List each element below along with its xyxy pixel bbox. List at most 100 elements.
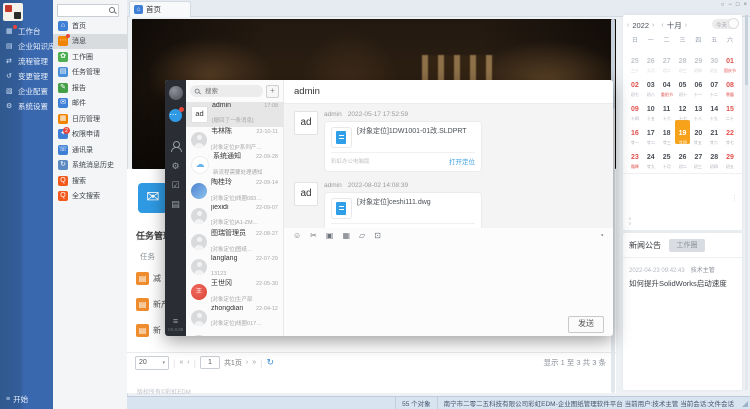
screenshot-scissors-icon[interactable]: ✂ bbox=[310, 231, 317, 241]
calendar-day[interactable]: 26 九月 bbox=[643, 48, 659, 72]
pin-icon[interactable]: ○ bbox=[721, 2, 725, 8]
history-clock-icon[interactable]: ◔ bbox=[599, 231, 604, 241]
calendar-day[interactable]: 19 廿四 bbox=[675, 120, 691, 144]
sidebar-item-calendar[interactable]: ▦ 日历管理 bbox=[53, 111, 127, 127]
agenda-scroll-arrows[interactable]: ∧∨ bbox=[628, 217, 632, 227]
next-year-icon[interactable]: › bbox=[652, 22, 654, 29]
calendar-day[interactable]: 13 十八 bbox=[690, 96, 706, 120]
shake-window-icon[interactable]: ▣ bbox=[326, 231, 334, 241]
open-location-link[interactable]: 打开定位 bbox=[449, 156, 475, 166]
calendar-day[interactable]: 02 初七 bbox=[627, 72, 643, 96]
user-avatar[interactable] bbox=[169, 86, 183, 100]
calendar-day[interactable]: 29 初五 bbox=[722, 144, 738, 168]
calendar-day[interactable]: 28 初三 bbox=[675, 48, 691, 72]
sidebar-search-input[interactable] bbox=[58, 8, 109, 14]
sidebar-item-home[interactable]: ⌂ 首页 bbox=[53, 18, 127, 34]
calendar-day[interactable]: 08 寒露 bbox=[722, 72, 738, 96]
send-button[interactable]: 发送 bbox=[568, 316, 604, 333]
calendar-day[interactable]: 25 十月 bbox=[659, 144, 675, 168]
conversation-row[interactable]: 陶桂玲 22-09-14 [对象定位]线圈083… bbox=[186, 178, 283, 203]
sidebar-item-process[interactable]: ⇄ 流程管理 bbox=[0, 54, 53, 69]
sidebar-item-permission[interactable]: ✦2 权限申请 bbox=[53, 127, 127, 143]
conversation-row[interactable]: 韦林陈 22-10-11 [对象定位]P系列产… bbox=[186, 127, 283, 152]
conversation-row[interactable]: 王 王世冈 22-05-30 [对象定位]生产部 bbox=[186, 280, 283, 305]
last-page-button[interactable]: » bbox=[252, 359, 256, 366]
calendar-day[interactable]: 18 廿三 bbox=[659, 120, 675, 144]
tasks-check-icon[interactable]: ☑ bbox=[171, 180, 179, 190]
sidebar-item-history[interactable]: ↻ 系统消息历史 bbox=[53, 158, 127, 174]
next-page-button[interactable]: › bbox=[246, 359, 248, 366]
calendar-day[interactable]: 01 国庆节 bbox=[722, 48, 738, 72]
sidebar-item-contacts[interactable]: ☏ 通讯录 bbox=[53, 142, 127, 158]
calendar-day[interactable]: 24 廿九 bbox=[643, 144, 659, 168]
conversation-row[interactable]: zhongdian 22-04-12 [对象定位]线圈017… bbox=[186, 305, 283, 330]
conversation-row[interactable]: jiexidi 22-09-07 [对象定位]A1-ZM… bbox=[186, 204, 283, 229]
message-avatar[interactable]: ad bbox=[294, 182, 318, 206]
conversation-row[interactable]: langlang 22-07-29 13123 bbox=[186, 254, 283, 279]
calendar-day[interactable]: 26 初二 bbox=[675, 144, 691, 168]
calendar-day[interactable]: 16 廿一 bbox=[627, 120, 643, 144]
chat-search-input[interactable] bbox=[203, 87, 259, 96]
sidebar-item-workcircle[interactable]: ✿ 工作圈 bbox=[53, 49, 127, 65]
message-input-area[interactable] bbox=[284, 243, 613, 312]
contacts-icon[interactable] bbox=[170, 141, 181, 152]
file-location-card[interactable]: [对象定位]1DW1001-01改.SLDPRT 彩虹办公电脑版 打开定位 bbox=[324, 121, 482, 172]
minimize-icon[interactable]: − bbox=[728, 2, 732, 8]
calendar-day[interactable]: 15 二十 bbox=[722, 96, 738, 120]
message-avatar[interactable]: ad bbox=[294, 111, 318, 135]
calendar-day[interactable]: 12 十七 bbox=[675, 96, 691, 120]
sidebar-item-report[interactable]: ✎ 报告 bbox=[53, 80, 127, 96]
sidebar-item-config[interactable]: ▧ 企业配置 bbox=[0, 84, 53, 99]
message-history[interactable]: ad admin 2022-05-17 17:52:59 [对象定位]1DW10… bbox=[284, 104, 613, 228]
right-panel-scrollbar[interactable] bbox=[745, 15, 748, 390]
calendar-day[interactable]: 11 十六 bbox=[659, 96, 675, 120]
prev-year-icon[interactable]: ‹ bbox=[627, 22, 629, 29]
calendar-day[interactable]: 29 初四 bbox=[690, 48, 706, 72]
calendar-day[interactable]: 30 初五 bbox=[706, 48, 722, 72]
resize-grip[interactable] bbox=[740, 397, 750, 409]
maximize-icon[interactable]: □ bbox=[736, 2, 740, 8]
sidebar-item-fulltext[interactable]: Q 全文搜索 bbox=[53, 189, 127, 205]
calendar-day[interactable]: 25 三十 bbox=[627, 48, 643, 72]
start-button[interactable]: ≡ 开始 bbox=[6, 394, 28, 405]
search-icon[interactable] bbox=[109, 7, 116, 14]
conversation-row[interactable]: ruilie 22-03-22 bbox=[186, 331, 283, 336]
calendar-day[interactable]: 27 初三 bbox=[690, 144, 706, 168]
conversation-row[interactable]: 图瑞管理员 22-08-27 [对象定位]图纸… bbox=[186, 229, 283, 254]
sidebar-item-search[interactable]: Q 搜索 bbox=[53, 173, 127, 189]
prev-page-button[interactable]: ‹ bbox=[187, 359, 189, 366]
close-icon[interactable]: × bbox=[743, 2, 747, 8]
file-location-card[interactable]: [对象定位]ceshi111.dwg 彩虹办公电脑版 打开定位 bbox=[324, 192, 482, 228]
page-size-select[interactable]: 20 ▾ bbox=[135, 356, 169, 370]
calendar-day[interactable]: 07 十二 bbox=[706, 72, 722, 96]
first-page-button[interactable]: « bbox=[179, 359, 183, 366]
emoji-icon[interactable]: ☺ bbox=[293, 231, 301, 241]
calendar-day[interactable]: 05 初十 bbox=[675, 72, 691, 96]
mail-shortcut[interactable]: ✉ bbox=[138, 183, 168, 213]
conversation-row[interactable]: 系统通知 22-09-28 新流程需要处理通知 bbox=[186, 153, 283, 178]
refresh-icon[interactable]: ↻ bbox=[266, 357, 274, 368]
sidebar-item-mail[interactable]: ✉ 邮件 bbox=[53, 96, 127, 112]
calendar-day[interactable]: 04 重阳节 bbox=[659, 72, 675, 96]
add-conversation-button[interactable]: + bbox=[266, 85, 279, 98]
tab-workcircle[interactable]: 工作圈 bbox=[669, 239, 705, 252]
calendar-day[interactable]: 27 初二 bbox=[659, 48, 675, 72]
sidebar-search[interactable] bbox=[57, 4, 119, 17]
calendar-day[interactable]: 20 廿五 bbox=[690, 120, 706, 144]
tab-news[interactable]: 新闻公告 bbox=[629, 240, 661, 251]
calendar-day[interactable]: 22 廿七 bbox=[722, 120, 738, 144]
calendar-day[interactable]: 28 初四 bbox=[706, 144, 722, 168]
image-icon[interactable]: ▦ bbox=[342, 231, 350, 241]
today-toggle[interactable]: 今天 bbox=[712, 19, 738, 29]
calendar-day[interactable]: 09 十四 bbox=[627, 96, 643, 120]
task-subtab[interactable]: 任务 bbox=[140, 251, 155, 262]
page-number-input[interactable] bbox=[200, 356, 220, 369]
notes-icon[interactable]: ▤ bbox=[171, 199, 180, 209]
chat-search[interactable] bbox=[190, 85, 263, 97]
chat-messages-icon[interactable]: ⋯ bbox=[169, 109, 182, 122]
next-month-icon[interactable]: › bbox=[685, 22, 687, 29]
news-item[interactable]: 2022-04-23 09:42:43 技术主管 如何提升SolidWorks启… bbox=[623, 258, 742, 296]
sidebar-item-knowledge[interactable]: ▤ 企业知识库 bbox=[0, 39, 53, 54]
tab-home[interactable]: ⌂ 首页 bbox=[129, 1, 191, 17]
more-options-icon[interactable]: ⋮ bbox=[731, 194, 738, 202]
